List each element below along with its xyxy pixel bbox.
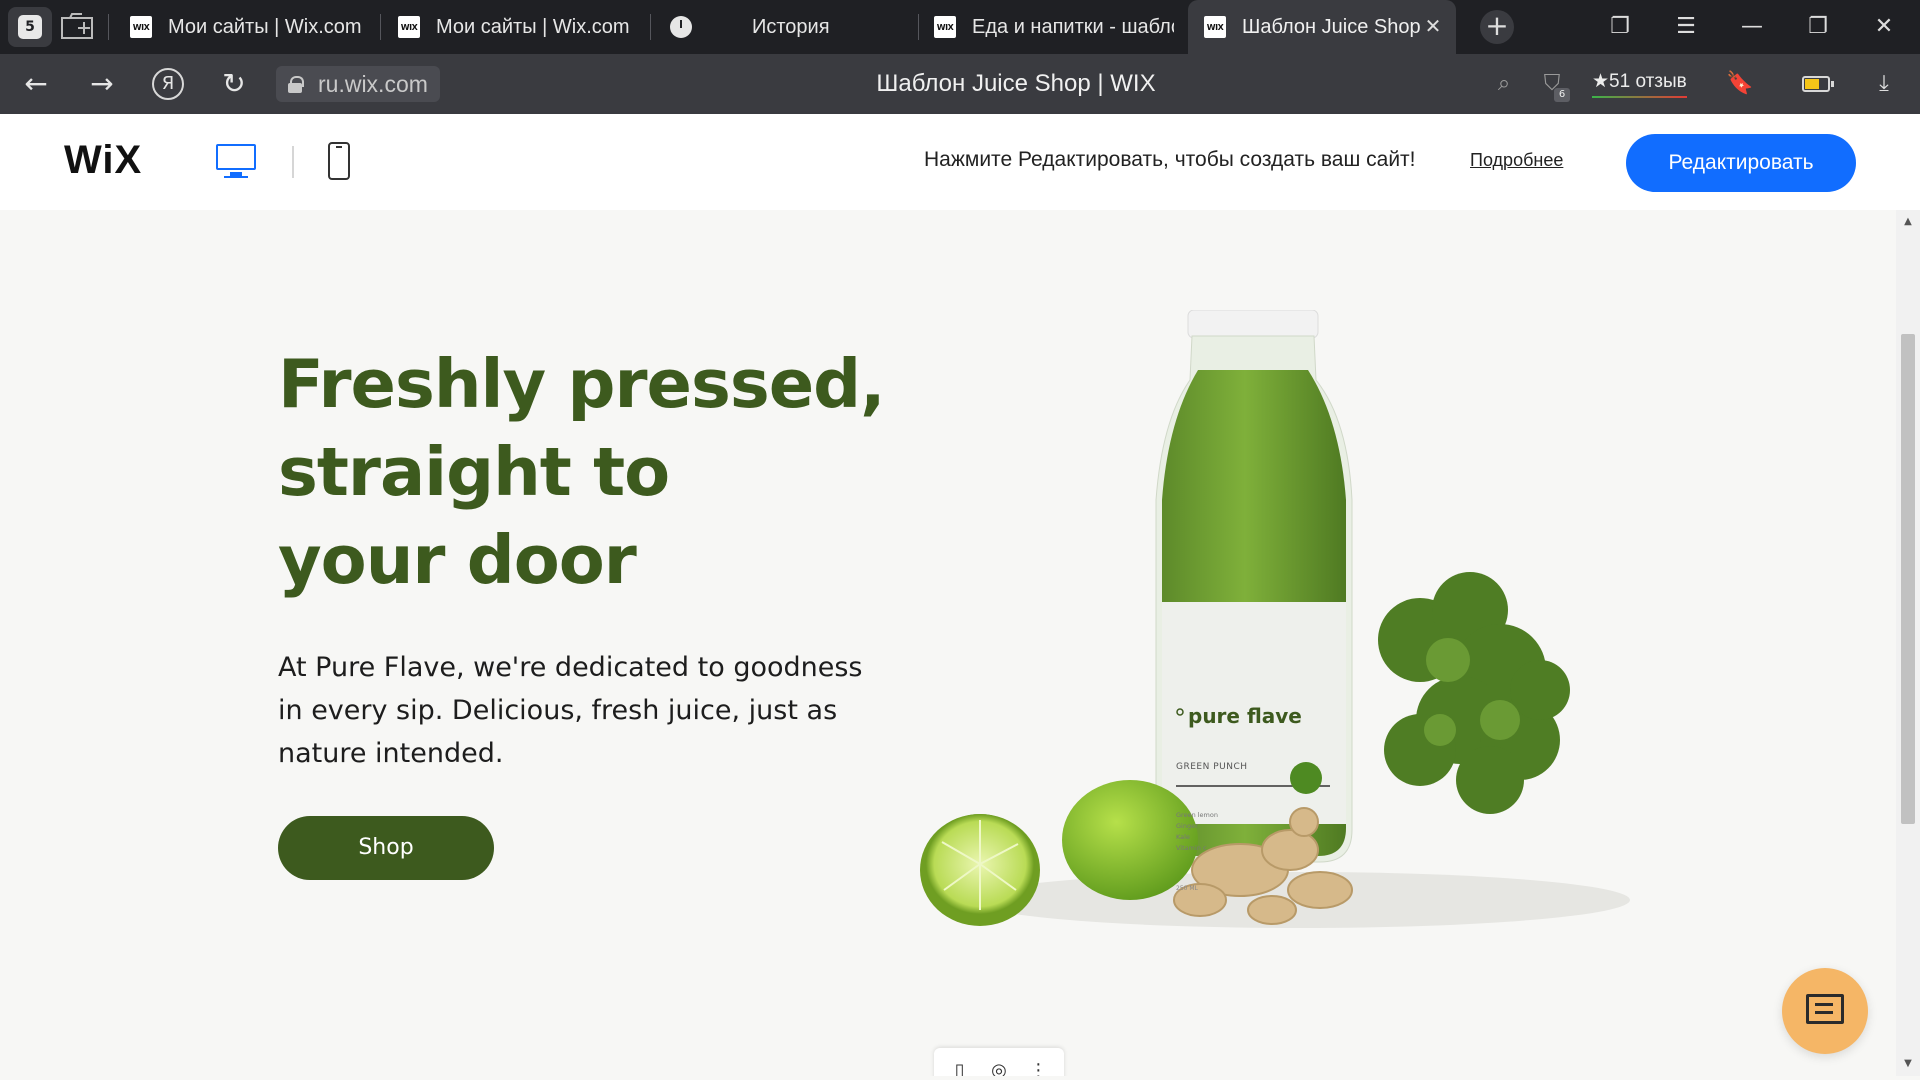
bookmark-icon[interactable]: ▯ — [946, 1054, 974, 1076]
learn-more-link[interactable]: Подробнее — [1470, 150, 1563, 171]
tab-label: История — [752, 15, 830, 38]
menu-icon[interactable]: ☰ — [1666, 10, 1706, 44]
wix-favicon-icon: WIX — [934, 16, 956, 38]
hero-title-line: Freshly pressed, — [278, 345, 886, 423]
hero-title: Freshly pressed, straight to your door — [278, 340, 918, 604]
ingredient: Green lemon — [1176, 811, 1218, 819]
divider — [292, 146, 294, 178]
restore-icon[interactable]: ❐ — [1798, 10, 1838, 44]
tab-label: Еда и напитки - шаблс — [972, 15, 1174, 38]
tab-separator — [380, 14, 381, 40]
extensions-badge: 6 — [1554, 88, 1570, 102]
tab-group-icon[interactable] — [60, 12, 96, 42]
product-illustration — [920, 309, 1630, 928]
wix-favicon-icon: WIX — [398, 16, 420, 38]
wix-logo: WiX — [64, 138, 143, 182]
tab-my-sites-1[interactable]: WIX Мои сайты | Wix.com — [130, 0, 380, 54]
page-scrollbar[interactable]: ▲ ▼ — [1896, 210, 1920, 1076]
bottle-brand: pure flave — [1188, 704, 1302, 728]
close-tab-icon[interactable]: ✕ — [1422, 15, 1444, 37]
url-field[interactable]: ru.wix.com — [276, 66, 440, 102]
new-tab-button[interactable]: + — [1480, 10, 1514, 44]
wix-editor-bar: WiX Нажмите Редактировать, чтобы создать… — [0, 114, 1920, 210]
bookmark-icon[interactable]: 🔖 — [1724, 68, 1756, 100]
chat-button[interactable] — [1782, 968, 1868, 1054]
tab-label: Мои сайты | Wix.com — [168, 15, 362, 38]
tab-separator — [108, 14, 109, 40]
search-icon[interactable]: ⌕ — [1488, 68, 1520, 100]
tab-separator — [918, 14, 919, 40]
hero-title-line: straight to — [278, 433, 670, 511]
tab-history[interactable]: История — [670, 0, 910, 54]
tab-label: Шаблон Juice Shop — [1242, 15, 1421, 38]
minimize-icon[interactable]: — — [1732, 10, 1772, 44]
more-options-icon[interactable]: ⋮ — [1024, 1054, 1052, 1076]
download-icon[interactable]: ⤓ — [1868, 68, 1900, 100]
shop-button[interactable]: Shop — [278, 816, 494, 880]
ingredient: Vitamin c — [1176, 844, 1207, 852]
yandex-icon[interactable]: Я — [152, 68, 184, 100]
bottle-ingredients: Green lemon Ginger Kale Vitamin c — [1176, 810, 1256, 854]
url-text: ru.wix.com — [318, 71, 428, 97]
reviews-badge[interactable]: ★51 отзыв — [1592, 68, 1687, 98]
mobile-view-icon[interactable] — [328, 142, 350, 180]
close-window-icon[interactable]: ✕ — [1864, 10, 1904, 44]
hero-description: At Pure Flave, we're dedicated to goodne… — [278, 652, 863, 769]
tab-label: Мои сайты | Wix.com — [436, 15, 630, 38]
edit-prompt-text: Нажмите Редактировать, чтобы создать ваш… — [924, 148, 1416, 171]
bottle-flavor: GREEN PUNCH — [1176, 762, 1248, 772]
bookmarks-panel-icon[interactable]: ❐ — [1600, 10, 1640, 44]
back-icon[interactable]: ← — [18, 66, 54, 102]
tab-food-drinks[interactable]: WIX Еда и напитки - шаблс — [934, 0, 1174, 54]
wix-favicon-icon: WIX — [130, 16, 152, 38]
camera-icon[interactable]: ◎ — [985, 1054, 1013, 1076]
screenshot-toolbar: ▯ ◎ ⋮ — [934, 1048, 1064, 1076]
battery-icon[interactable] — [1802, 76, 1834, 92]
juice-bottle-image: pure flave GREEN PUNCH Green lemon Ginge… — [900, 309, 1660, 990]
tab-count: 5 — [18, 15, 42, 39]
hero-title-line: your door — [278, 521, 637, 599]
wix-favicon-icon: WIX — [1204, 16, 1226, 38]
tab-juice-shop[interactable]: WIX Шаблон Juice Shop ✕ — [1188, 0, 1456, 54]
browser-tab-strip: 5 WIX Мои сайты | Wix.com WIX Мои сайты … — [0, 0, 1920, 54]
protect-shield-icon[interactable]: ⛉ 6 — [1536, 68, 1570, 102]
ingredient: Kale — [1176, 833, 1190, 841]
scroll-down-icon[interactable]: ▼ — [1902, 1058, 1914, 1070]
scroll-up-icon[interactable]: ▲ — [1902, 216, 1914, 228]
address-bar: Шаблон Juice Shop | WIX ← → Я ↻ ru.wix.c… — [0, 54, 1920, 114]
scrollbar-thumb[interactable] — [1901, 334, 1915, 824]
reload-icon[interactable]: ↻ — [216, 66, 252, 102]
tab-my-sites-2[interactable]: WIX Мои сайты | Wix.com — [398, 0, 648, 54]
edit-button[interactable]: Редактировать — [1626, 134, 1856, 192]
template-preview: Freshly pressed, straight to your door A… — [0, 210, 1896, 1076]
bottle-volume: 250 ML — [1176, 885, 1198, 892]
lock-icon — [288, 76, 304, 93]
ingredient: Ginger — [1176, 822, 1198, 830]
tab-separator — [650, 14, 651, 40]
clock-icon — [670, 16, 692, 38]
desktop-view-icon[interactable] — [216, 144, 256, 180]
tab-count-button[interactable]: 5 — [8, 7, 52, 47]
forward-icon[interactable]: → — [84, 66, 120, 102]
chat-icon — [1806, 994, 1844, 1024]
